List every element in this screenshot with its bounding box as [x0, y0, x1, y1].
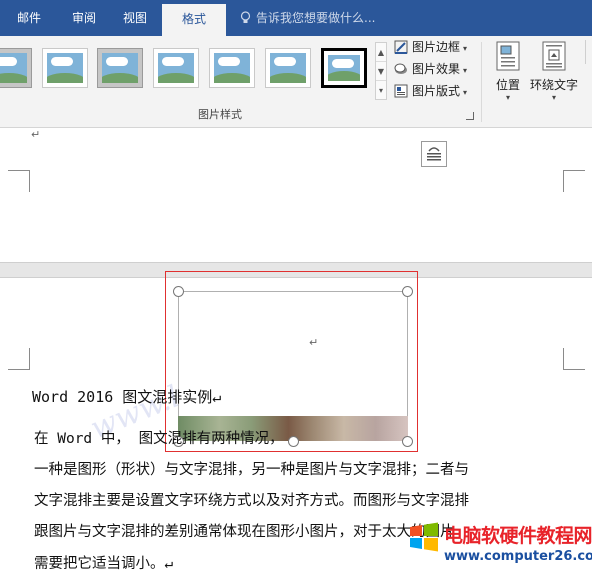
position-label: 位置	[495, 78, 520, 92]
chevron-down-icon: ▾	[463, 66, 468, 75]
chevron-down-icon: ▾	[463, 44, 468, 53]
resize-handle[interactable]	[402, 286, 413, 297]
gallery-down-icon[interactable]: ▼	[376, 62, 386, 81]
position-button[interactable]: 位置 ▾	[490, 40, 526, 103]
picture-border-button[interactable]: 图片边框 ▾	[394, 36, 467, 58]
wrap-text-label: 环绕文字	[529, 78, 578, 92]
chevron-down-icon: ▾	[505, 93, 510, 102]
body-text-line: 跟图片与文字混排的差别通常体现在图形小图片，对于太大的图片	[34, 524, 455, 540]
tab-review[interactable]: 审阅	[58, 0, 110, 36]
chevron-down-icon: ▾	[463, 88, 468, 97]
tab-view[interactable]: 视图	[110, 0, 160, 36]
page-corner-mark	[8, 170, 30, 192]
annotation-highlight-box	[165, 271, 418, 452]
body-text-line: 在 Word 中， 图文混排有两种情况，	[34, 431, 284, 447]
layout-options-icon	[427, 147, 441, 161]
picture-styles-gallery	[0, 40, 376, 100]
tab-format[interactable]: 格式	[162, 4, 226, 36]
picture-style-thumb[interactable]	[265, 48, 311, 88]
tab-mailings[interactable]: 邮件	[0, 0, 58, 36]
tell-me-box[interactable]: 告诉我您想要做什么...	[240, 0, 375, 36]
picture-style-thumb[interactable]	[42, 48, 88, 88]
ribbon-body: ▲ ▼ ▾ 图片边框 ▾ 图片效果 ▾ 图片版式 ▾ 位置 ▾ 环绕文字 ▾ 图片样式	[0, 36, 592, 128]
picture-effects-button[interactable]: 图片效果 ▾	[394, 58, 467, 80]
wrap-text-icon	[542, 41, 566, 71]
windows-logo-icon	[410, 522, 438, 552]
page-corner-mark	[563, 348, 585, 370]
paragraph-mark: ↵	[31, 128, 41, 141]
resize-handle[interactable]	[173, 286, 184, 297]
body-text-line: 文字混排主要是设置文字环绕方式以及对齐方式。而图形与文字混排	[34, 493, 469, 509]
dialog-launcher-icon[interactable]	[466, 112, 474, 120]
page-corner-mark	[563, 170, 585, 192]
picture-style-thumb[interactable]	[0, 48, 32, 88]
gallery-up-icon[interactable]: ▲	[376, 43, 386, 62]
page-previous: ↵	[0, 128, 592, 262]
layout-options-button[interactable]	[421, 141, 447, 167]
picture-style-thumb[interactable]	[153, 48, 199, 88]
body-text-line: 一种是图形（形状）与文字混排，另一种是图片与文字混排；二者与	[34, 462, 469, 478]
ribbon-tab-bar: 邮件 审阅 视图 格式 告诉我您想要做什么...	[0, 0, 592, 36]
picture-effects-icon	[394, 63, 407, 74]
picture-style-thumb[interactable]	[321, 48, 367, 88]
gallery-more-icon[interactable]: ▾	[376, 81, 386, 100]
resize-handle[interactable]	[288, 436, 299, 447]
document-heading: Word 2016 图文混排实例↵	[32, 388, 222, 406]
position-icon	[496, 41, 520, 71]
picture-style-thumb[interactable]	[209, 48, 255, 88]
logo-url: www.computer26.com	[444, 549, 592, 564]
resize-handle[interactable]	[402, 436, 413, 447]
page-corner-mark	[8, 348, 30, 370]
group-separator	[481, 42, 482, 122]
lightbulb-icon	[240, 11, 251, 23]
body-text-line: 需要把它适当调小。↵	[34, 556, 174, 572]
gallery-scroll[interactable]: ▲ ▼ ▾	[375, 42, 387, 100]
picture-style-thumb[interactable]	[97, 48, 143, 88]
wrap-text-button[interactable]: 环绕文字 ▾	[528, 40, 580, 103]
tell-me-text: 告诉我您想要做什么...	[256, 11, 376, 25]
ribbon-overflow-icon[interactable]	[585, 40, 592, 64]
logo-title: 电脑软硬件教程网	[444, 525, 592, 547]
picture-styles-group-label: 图片样式	[198, 108, 242, 121]
picture-border-icon	[394, 40, 408, 54]
picture-layout-icon	[394, 84, 408, 98]
chevron-down-icon: ▾	[551, 93, 556, 102]
site-logo: 电脑软硬件教程网 www.computer26.com	[408, 517, 592, 575]
picture-layout-button[interactable]: 图片版式 ▾	[394, 80, 467, 102]
